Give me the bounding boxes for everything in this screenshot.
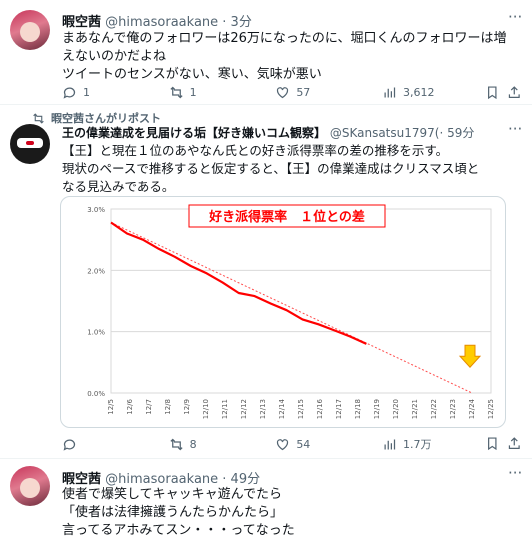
tweet-line: なる見込みである。 [62,179,175,194]
tweet-line: 【王】と現在１位のあやなん氏との好き派得票率の差の推移を示す。 [62,143,449,158]
user-handle[interactable]: @himasoraakane · 3分 [105,15,252,30]
tweet-time[interactable]: · 59分 [439,126,474,140]
tweet-line: ツイートのセンスがない、寒い、気味が悪い [62,67,322,82]
x-tick-label: 12/20 [392,399,400,419]
like-button[interactable]: 54 [275,436,382,452]
reply-button[interactable]: 1 [62,85,169,100]
repost-icon [33,112,44,124]
user-name[interactable]: 暇空茜 [62,15,101,30]
y-tick-label: 1.0% [87,329,105,337]
x-tick-label: 12/21 [411,399,419,419]
x-tick-label: 12/19 [373,399,381,419]
x-tick-label: 12/22 [430,399,438,419]
tweet-text: 【王】と現在１位のあやなん氏との好き派得票率の差の推移を示す。 現状のペースで推… [62,142,524,196]
x-tick-label: 12/10 [202,399,210,419]
user-name[interactable]: 暇空茜 [62,472,101,487]
heart-icon [277,87,289,99]
avatar[interactable] [10,466,50,506]
repost-button[interactable]: 8 [169,436,276,452]
tweet-header: 暇空茜 @himasoraakane · 3分 [62,11,252,30]
reply-icon [63,87,76,99]
x-tick-label: 12/11 [221,399,229,419]
tweet-line: えないのかだよね [62,49,167,64]
chart-image[interactable]: 3.0% 2.0% 1.0% 0.0% 12/5 12/6 12/7 12/8 12/9 12/1… [60,196,506,428]
repost-count: 8 [189,437,197,451]
more-options-icon[interactable]: ··· [508,8,522,26]
x-tick-label: 12/25 [487,399,495,419]
x-tick-label: 12/5 [107,399,115,415]
heart-icon [277,438,289,450]
tweet-line: まあなんで俺のフォロワーは26万になったのに、堀口くんのフォロワーは増 [62,31,507,46]
x-tick-label: 12/9 [183,399,191,415]
like-count: 54 [296,437,311,451]
x-tick-label: 12/7 [145,399,153,415]
repost-button[interactable]: 1 [169,85,276,100]
tweet-line: 現状のペースで推移すると仮定すると、【王】の偉業達成はクリスマス頃と [62,161,480,176]
tweet-actions: 8 54 1.7万 [62,436,522,452]
like-button[interactable]: 57 [275,85,382,100]
reply-button[interactable] [62,436,169,452]
more-options-icon[interactable]: ··· [508,464,522,482]
tweet-line: 「使者は法律擁護うんたらかんたら」 [62,505,284,520]
chart-title: 好き派得票率 １位との差 [208,209,365,225]
bookmark-icon[interactable] [485,436,500,451]
view-count: 3,612 [402,86,435,99]
avatar[interactable] [10,10,50,50]
x-tick-label: 12/13 [259,399,267,419]
view-count: 1.7万 [402,438,432,451]
tweet-1[interactable]: 暇空茜 @himasoraakane · 3分 ··· まあなんで俺のフォロワー… [0,0,532,100]
views-button[interactable]: 3,612 [382,85,479,100]
x-tick-label: 12/8 [164,399,172,415]
repost-icon [170,86,183,99]
reply-count: 1 [83,86,90,99]
views-chart-icon [384,439,396,449]
repost-icon [170,438,183,450]
tweet-header: 暇空茜 @himasoraakane · 49分 [62,468,260,487]
y-tick-label: 0.0% [87,390,105,398]
x-tick-label: 12/6 [126,398,134,414]
bookmark-icon[interactable] [485,85,500,100]
x-tick-label: 12/18 [354,399,362,419]
views-button[interactable]: 1.7万 [382,436,479,452]
user-handle[interactable]: @SKansatsu1797( [330,126,440,140]
tweet-actions: 1 1 57 3,612 [62,85,522,100]
share-icon[interactable] [507,436,522,451]
tweet-header: 王の偉業達成を見届ける垢【好き嫌いコム観察】 @SKansatsu1797(· … [62,124,474,141]
y-tick-label: 3.0% [87,206,105,214]
tweet-text: まあなんで俺のフォロワーは26万になったのに、堀口くんのフォロワーは増 えないの… [62,30,522,84]
y-tick-label: 2.0% [87,267,105,275]
reply-icon [63,439,76,451]
x-tick-label: 12/14 [278,398,286,419]
avatar[interactable] [10,124,50,164]
x-tick-label: 12/15 [297,399,305,419]
x-tick-label: 12/12 [240,399,248,419]
x-tick-label: 12/23 [449,399,457,419]
tweet-line: 使者で爆笑してキャッキャ遊んでたら [62,487,282,502]
divider [0,458,532,459]
share-icon[interactable] [507,85,522,100]
views-chart-icon [384,87,396,98]
divider [0,104,532,105]
chart-svg: 3.0% 2.0% 1.0% 0.0%12/5 12/6 12/7 12/8 12/9 12/1… [87,204,495,419]
more-options-icon[interactable]: ··· [508,120,522,138]
x-tick-label: 12/24 [468,398,476,419]
tweet-line: 言ってるアホみてスン・・・ってなった [62,523,295,538]
user-handle[interactable]: @himasoraakane · 49分 [105,472,260,487]
x-tick-label: 12/17 [335,399,343,419]
user-name[interactable]: 王の偉業達成を見届ける垢【好き嫌いコム観察】 [62,126,326,140]
like-count: 57 [296,86,311,99]
repost-count: 1 [189,86,197,99]
plot-area [110,208,492,394]
x-tick-label: 12/16 [316,398,324,419]
